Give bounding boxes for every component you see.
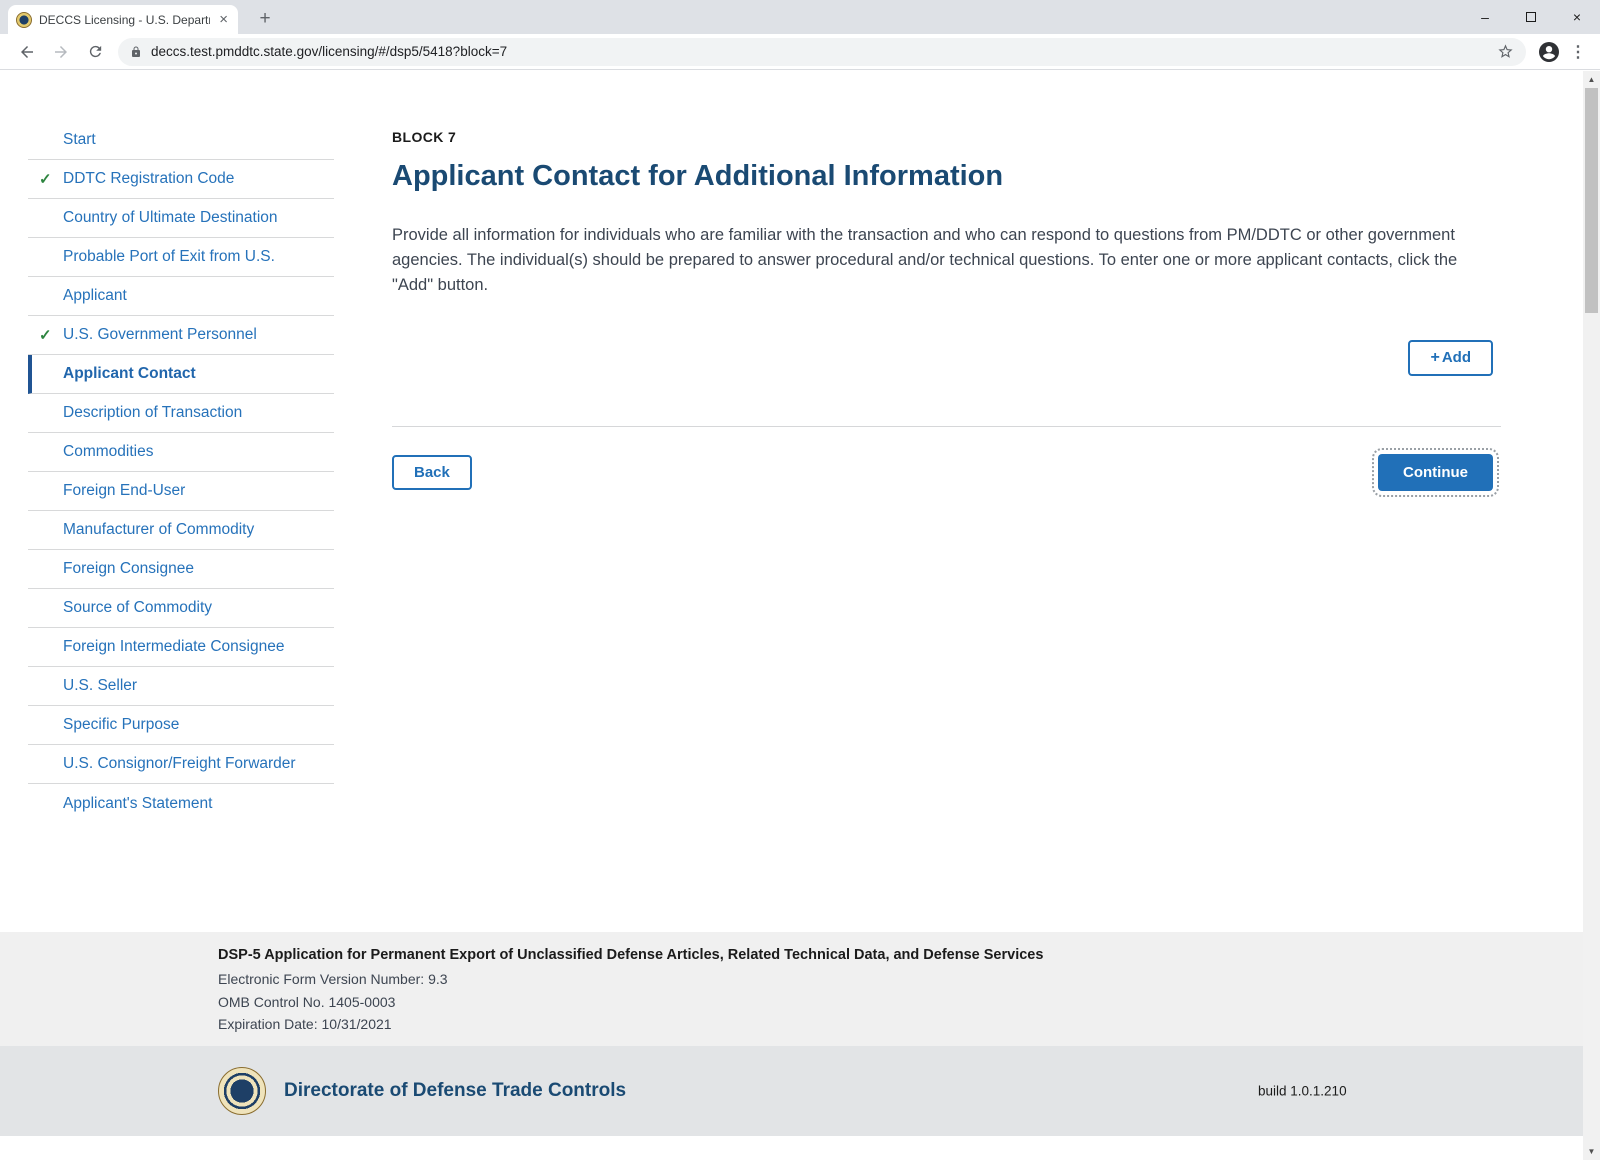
expiration-date: Expiration Date: 10/31/2021 [218,1016,1600,1032]
bookmark-star-icon[interactable] [1497,43,1514,60]
browser-forward-button[interactable] [47,38,75,66]
address-bar[interactable]: deccs.test.pmddtc.state.gov/licensing/#/… [118,38,1526,66]
sidebar-item-start[interactable]: Start [28,121,334,160]
back-arrow-icon [18,43,36,61]
sidebar-item-us-government-personnel[interactable]: ✓ U.S. Government Personnel [28,316,334,355]
block-label: BLOCK 7 [392,129,1501,145]
browser-tab[interactable]: DECCS Licensing - U.S. Departme × [8,5,238,34]
browser-titlebar: DECCS Licensing - U.S. Departme × + – × [0,0,1600,34]
site-footer: Directorate of Defense Trade Controls bu… [0,1046,1600,1136]
profile-avatar[interactable] [1534,37,1564,67]
window-close-button[interactable]: × [1554,0,1600,34]
build-version: build 1.0.1.210 [1258,1084,1347,1099]
person-icon [1537,40,1561,64]
add-button[interactable]: +Add [1408,340,1493,376]
forward-arrow-icon [52,43,70,61]
check-icon: ✓ [39,326,52,344]
org-name: Directorate of Defense Trade Controls [284,1080,626,1102]
lock-icon [130,45,142,59]
sidebar-item-description-of-transaction[interactable]: Description of Transaction [28,394,334,433]
form-actions-row: Back Continue [392,454,1501,491]
browser-toolbar: deccs.test.pmddtc.state.gov/licensing/#/… [0,34,1600,70]
sidebar-item-label: U.S. Government Personnel [63,326,257,344]
sidebar-item-label: Start [63,131,96,149]
sidebar-item-foreign-intermediate-consignee[interactable]: Foreign Intermediate Consignee [28,628,334,667]
new-tab-button[interactable]: + [252,7,278,31]
sidebar-item-label: Applicant's Statement [63,795,212,813]
bottom-strip [0,1136,1600,1160]
check-icon: ✓ [39,170,52,188]
sidebar-item-label: Applicant Contact [63,365,196,383]
sidebar-item-foreign-end-user[interactable]: Foreign End-User [28,472,334,511]
url-text: deccs.test.pmddtc.state.gov/licensing/#/… [151,44,1497,59]
ddtc-seal-logo [218,1067,266,1115]
sidebar-item-label: U.S. Seller [63,677,137,695]
sidebar-item-label: Country of Ultimate Destination [63,209,278,227]
omb-control-number: OMB Control No. 1405-0003 [218,994,1600,1010]
sidebar-item-us-seller[interactable]: U.S. Seller [28,667,334,706]
sidebar-item-label: U.S. Consignor/Freight Forwarder [63,755,296,773]
sidebar-item-label: Description of Transaction [63,404,242,422]
sidebar-item-label: Applicant [63,287,127,305]
page-body: Start ✓ DDTC Registration Code Country o… [0,70,1600,932]
sidebar-item-label: DDTC Registration Code [63,170,234,188]
scrollbar-thumb[interactable] [1585,88,1598,313]
sidebar-item-applicant[interactable]: Applicant [28,277,334,316]
sidebar-item-label: Foreign End-User [63,482,185,500]
sidebar-item-label: Foreign Intermediate Consignee [63,638,284,656]
sidebar-item-label: Probable Port of Exit from U.S. [63,248,275,266]
form-info-footer: DSP-5 Application for Permanent Export o… [0,932,1600,1046]
sidebar-item-label: Specific Purpose [63,716,179,734]
main-content: BLOCK 7 Applicant Contact for Additional… [392,70,1501,491]
plus-icon: + [1430,349,1439,366]
sidebar-item-source-of-commodity[interactable]: Source of Commodity [28,589,334,628]
scrollbar-up-arrow[interactable]: ▲ [1583,71,1600,88]
window-minimize-button[interactable]: – [1462,0,1508,34]
sidebar-item-country-of-ultimate-destination[interactable]: Country of Ultimate Destination [28,199,334,238]
sidebar-item-ddtc-registration-code[interactable]: ✓ DDTC Registration Code [28,160,334,199]
sidebar-item-commodities[interactable]: Commodities [28,433,334,472]
sidebar-item-manufacturer-of-commodity[interactable]: Manufacturer of Commodity [28,511,334,550]
sidebar-item-label: Foreign Consignee [63,560,194,578]
sidebar-item-applicant-contact[interactable]: Applicant Contact [28,355,334,394]
scrollbar-down-arrow[interactable]: ▼ [1583,1143,1600,1160]
scrollbar[interactable]: ▲ ▼ [1583,71,1600,1160]
continue-button[interactable]: Continue [1378,454,1493,491]
maximize-icon [1526,12,1536,22]
site-favicon-icon [16,12,32,28]
sidebar-item-specific-purpose[interactable]: Specific Purpose [28,706,334,745]
browser-refresh-button[interactable] [81,38,109,66]
form-nav-sidebar: Start ✓ DDTC Registration Code Country o… [28,121,334,823]
form-title: DSP-5 Application for Permanent Export o… [218,947,1600,963]
sidebar-item-probable-port-of-exit[interactable]: Probable Port of Exit from U.S. [28,238,334,277]
tab-title: DECCS Licensing - U.S. Departme [39,13,210,27]
sidebar-item-label: Commodities [63,443,153,461]
sidebar-item-us-consignor-freight-forwarder[interactable]: U.S. Consignor/Freight Forwarder [28,745,334,784]
sidebar-item-applicants-statement[interactable]: Applicant's Statement [28,784,334,823]
page-title: Applicant Contact for Additional Informa… [392,160,1501,193]
back-button[interactable]: Back [392,455,472,490]
refresh-icon [87,43,104,60]
section-divider [392,426,1501,427]
window-maximize-button[interactable] [1508,0,1554,34]
window-controls: – × [1462,0,1600,34]
add-button-label: Add [1442,349,1471,366]
add-button-row: +Add [392,340,1501,376]
form-version: Electronic Form Version Number: 9.3 [218,971,1600,987]
browser-back-button[interactable] [13,38,41,66]
sidebar-item-foreign-consignee[interactable]: Foreign Consignee [28,550,334,589]
sidebar-item-label: Manufacturer of Commodity [63,521,254,539]
sidebar-item-label: Source of Commodity [63,599,212,617]
page-description: Provide all information for individuals … [392,223,1492,298]
tab-close-icon[interactable]: × [217,12,230,27]
browser-menu-icon[interactable]: ⋮ [1566,42,1590,62]
